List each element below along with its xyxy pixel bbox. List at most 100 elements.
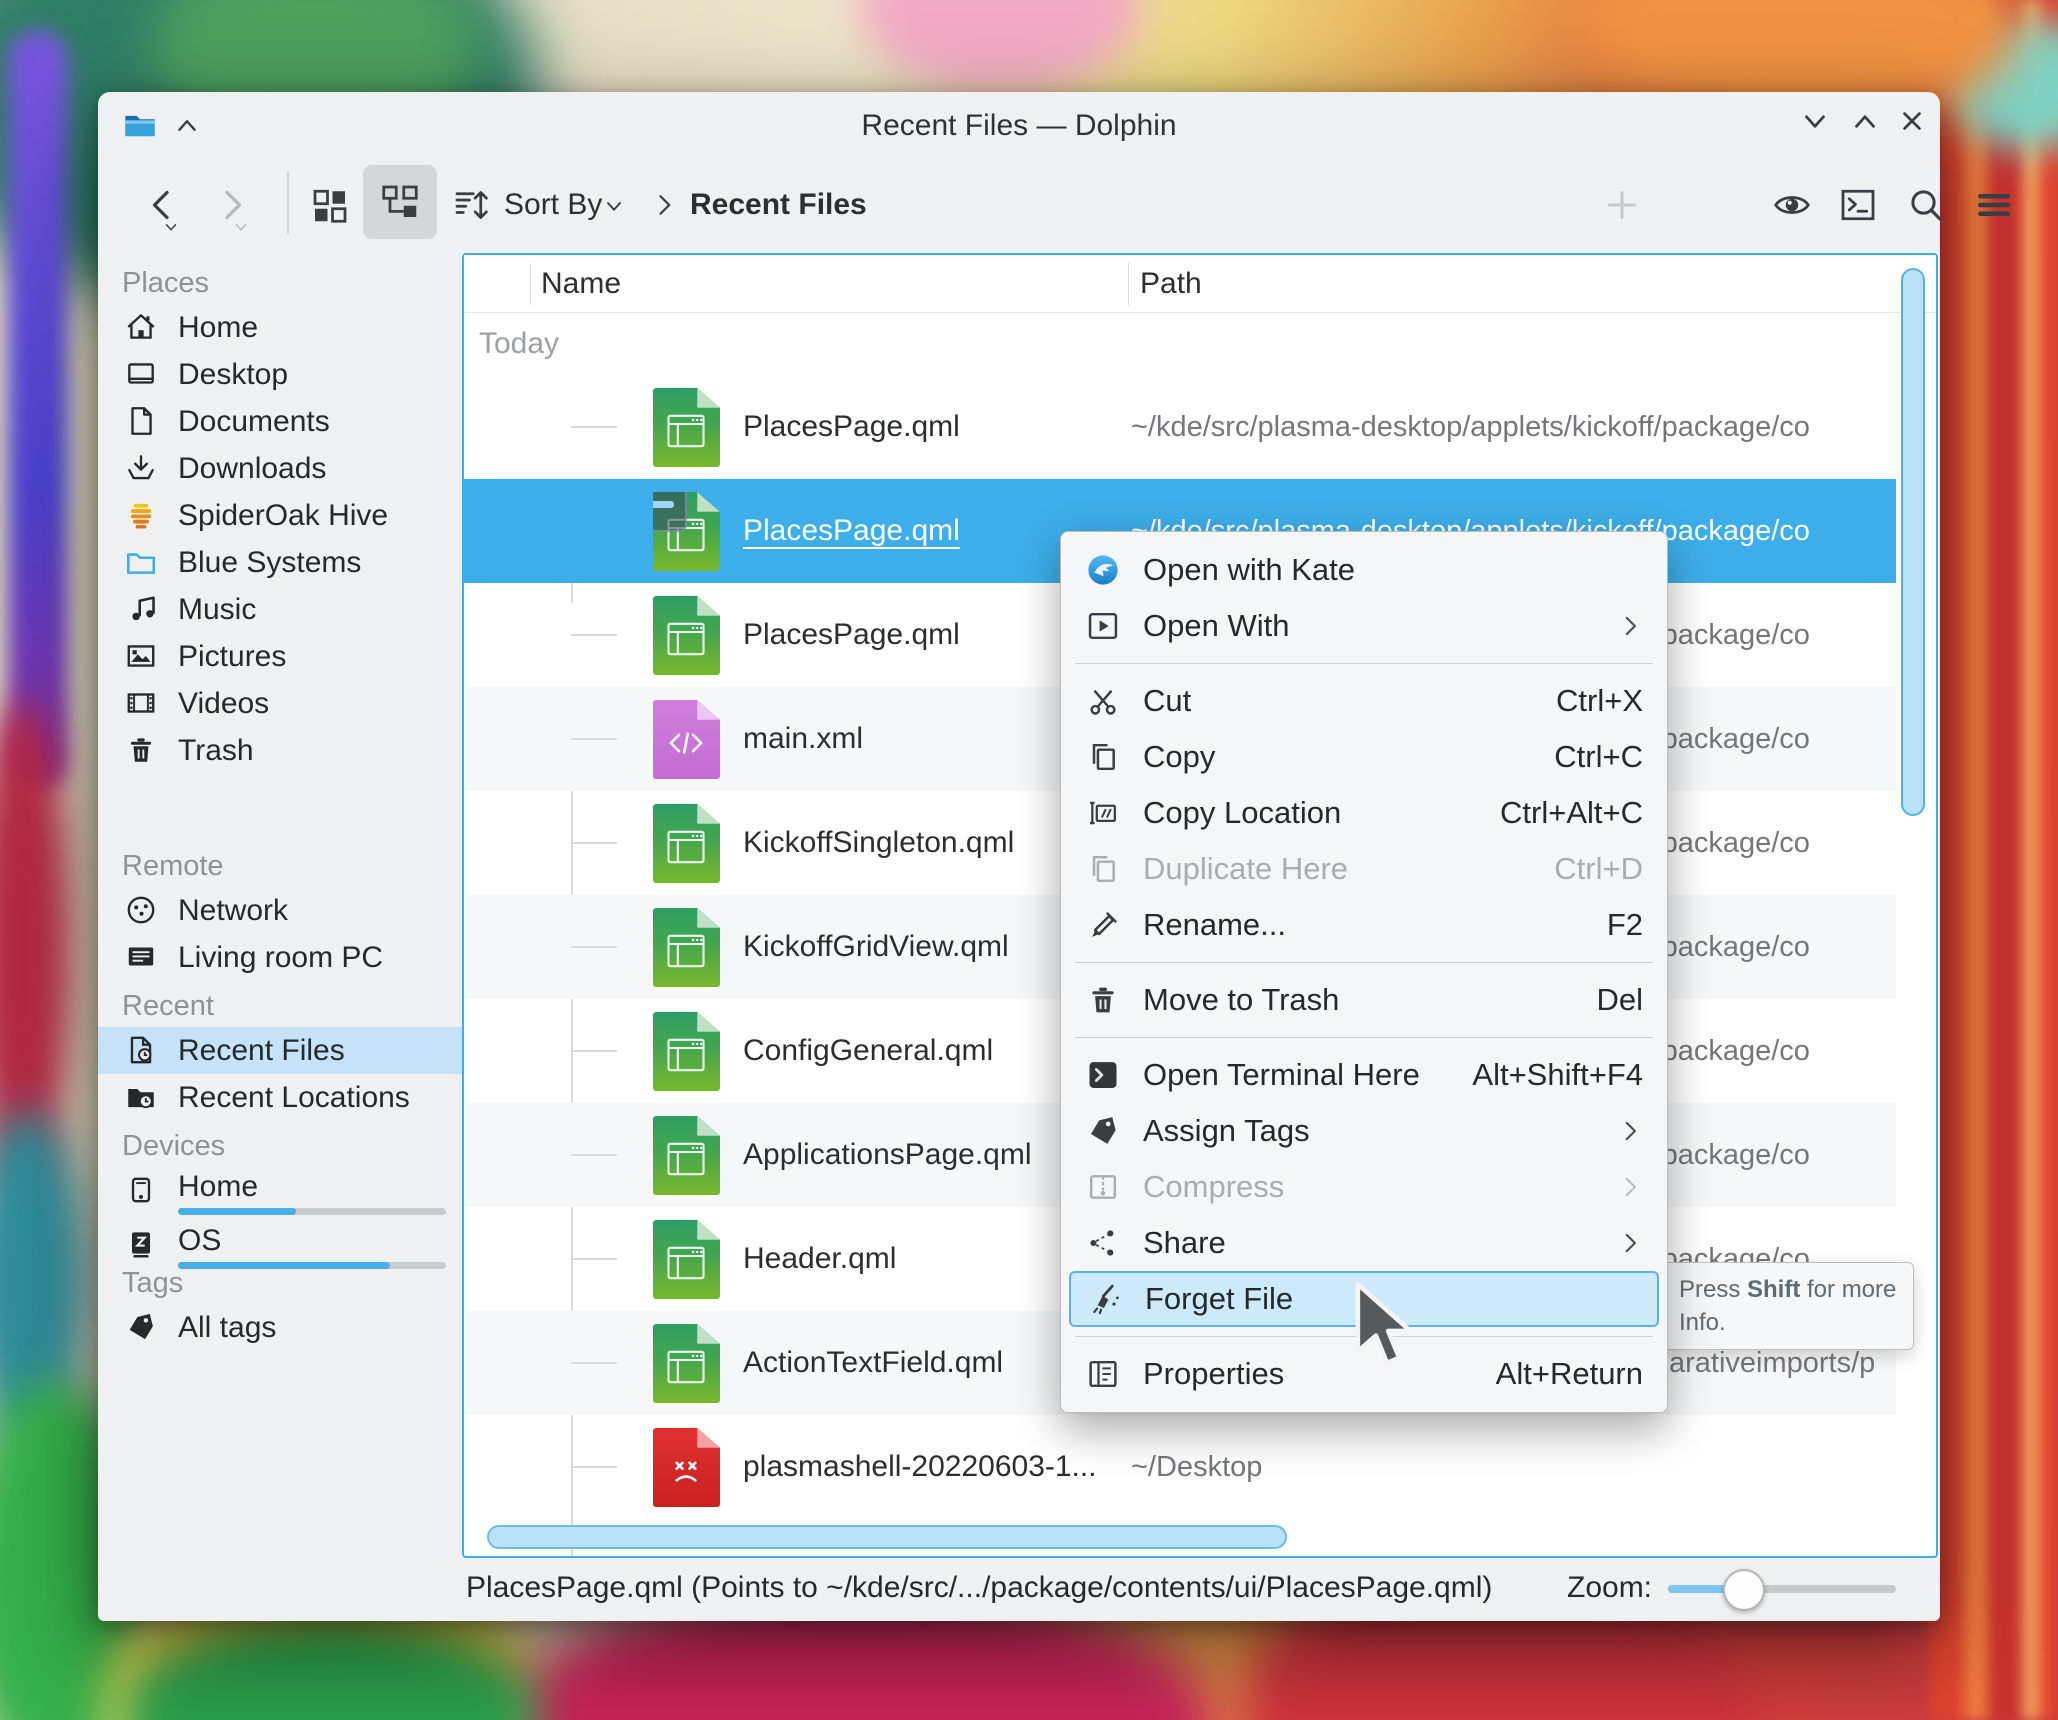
sort-icon[interactable] [452, 185, 492, 225]
section-header-places: Places [122, 267, 210, 299]
duplicate-icon [1085, 851, 1121, 887]
group-header-today: Today [479, 327, 560, 360]
submenu-chevron-icon [1617, 1230, 1643, 1256]
menu-item-cut[interactable]: Cut Ctrl+X [1061, 673, 1667, 729]
menu-item-compress[interactable]: Compress [1061, 1159, 1667, 1215]
broom-icon [1087, 1281, 1123, 1317]
terminal-dark-icon [1085, 1057, 1121, 1093]
copy-icon [1085, 739, 1121, 775]
search-icon[interactable] [1906, 185, 1946, 225]
sort-by-chevron-icon[interactable] [602, 194, 626, 218]
sidebar-item-pictures[interactable]: Pictures [98, 633, 462, 680]
toolbar-separator [287, 172, 289, 234]
desktop: Recent Files — Dolphin Sort By Recent Fi… [0, 0, 2058, 1720]
sidebar-item-home[interactable]: Home [98, 304, 462, 351]
places-panel: Places Home Desktop Documents Downloads … [98, 250, 462, 1558]
terminal-icon[interactable] [1838, 185, 1878, 225]
minimize-button[interactable] [1798, 104, 1832, 138]
menu-item-open-with-kate[interactable]: Open with Kate [1061, 542, 1667, 598]
zoom-slider-handle[interactable] [1723, 1569, 1765, 1611]
sidebar-item-all-tags[interactable]: All tags [98, 1304, 462, 1351]
home-icon [124, 310, 158, 344]
shift-hint-tooltip: Press Shift for more Info. [1662, 1262, 1914, 1350]
maximize-button[interactable] [1848, 104, 1882, 138]
qml-file-icon [653, 908, 720, 987]
sidebar-item-music[interactable]: Music [98, 586, 462, 633]
qml-file-icon [653, 1324, 720, 1403]
menu-item-duplicate-here[interactable]: Duplicate Here Ctrl+D [1061, 841, 1667, 897]
menu-item-copy[interactable]: Copy Ctrl+C [1061, 729, 1667, 785]
menu-item-copy-location[interactable]: Copy Location Ctrl+Alt+C [1061, 785, 1667, 841]
qml-file-icon [653, 1116, 720, 1195]
section-header-recent: Recent [122, 990, 214, 1022]
submenu-chevron-icon [1617, 613, 1643, 639]
close-button[interactable] [1895, 104, 1929, 138]
sidebar-item-recent-files[interactable]: Recent Files [98, 1027, 462, 1074]
sort-by-button[interactable]: Sort By [504, 160, 602, 250]
blue-folder-icon [124, 545, 158, 579]
horizontal-scrollbar[interactable] [487, 1525, 1287, 1549]
menu-item-rename[interactable]: Rename... F2 [1061, 897, 1667, 953]
sidebar-item-videos[interactable]: Videos [98, 680, 462, 727]
properties-icon [1085, 1356, 1121, 1392]
desktop-icon [124, 357, 158, 391]
recent-folder-icon [124, 1080, 158, 1114]
column-header-path[interactable]: Path [1140, 255, 1202, 312]
share-icon [1085, 1225, 1121, 1261]
menu-item-open-terminal-here[interactable]: Open Terminal Here Alt+Shift+F4 [1061, 1047, 1667, 1103]
breadcrumb[interactable]: Recent Files [690, 160, 867, 250]
submenu-chevron-icon [1617, 1174, 1643, 1200]
icons-view-icon[interactable] [310, 185, 350, 225]
sidebar-item-documents[interactable]: Documents [98, 398, 462, 445]
downloads-icon [124, 451, 158, 485]
file-row[interactable]: plasmashell-20220603-1... ~/Desktop [464, 1415, 1896, 1519]
open-with-icon [1085, 608, 1121, 644]
column-header-name[interactable]: Name [541, 255, 621, 312]
menu-item-assign-tags[interactable]: Assign Tags [1061, 1103, 1667, 1159]
details-view-button[interactable] [363, 165, 437, 239]
documents-icon [124, 404, 158, 438]
sidebar-item-trash[interactable]: Trash [98, 727, 462, 774]
sidebar-item-blue-systems[interactable]: Blue Systems [98, 539, 462, 586]
section-header-devices: Devices [122, 1130, 226, 1162]
mouse-cursor [1355, 1281, 1413, 1366]
selection-toggle-icon[interactable] [653, 492, 687, 532]
titlebar-chevron-up-icon[interactable] [172, 110, 202, 140]
menu-item-open-with[interactable]: Open With [1061, 598, 1667, 654]
menu-item-move-to-trash[interactable]: Move to Trash Del [1061, 972, 1667, 1028]
disk-usage-bar [178, 1208, 446, 1215]
file-row[interactable]: PlacesPage.qml ~/kde/src/plasma-desktop/… [464, 375, 1896, 479]
sidebar-item-recent-locations[interactable]: Recent Locations [98, 1074, 462, 1121]
hamburger-menu-icon[interactable] [1974, 185, 2014, 225]
harddisk-icon [124, 1173, 158, 1207]
back-history-chevron-icon[interactable] [162, 218, 180, 236]
section-header-remote: Remote [122, 850, 224, 882]
network-icon [124, 893, 158, 927]
sidebar-item-network[interactable]: Network [98, 887, 462, 934]
compress-icon [1085, 1169, 1121, 1205]
sidebar-item-desktop[interactable]: Desktop [98, 351, 462, 398]
titlebar[interactable]: Recent Files — Dolphin [98, 92, 1940, 160]
vertical-scrollbar[interactable] [1901, 268, 1925, 816]
rename-icon [1085, 907, 1121, 943]
split-view-plus-icon[interactable] [1602, 185, 1642, 225]
qml-file-icon [653, 804, 720, 883]
breadcrumb-chevron-icon [650, 191, 678, 219]
qml-file-icon [653, 1220, 720, 1299]
qml-file-icon [653, 1012, 720, 1091]
zoom-slider[interactable] [1668, 1585, 1896, 1593]
os-disk-icon [124, 1227, 158, 1261]
sidebar-item-living-room-pc[interactable]: Living room PC [98, 934, 462, 981]
recent-file-icon [124, 1033, 158, 1067]
section-header-tags: Tags [122, 1267, 184, 1299]
sidebar-item-spideroak[interactable]: SpiderOak Hive [98, 492, 462, 539]
qml-file-icon [653, 596, 720, 675]
copy-location-icon [1085, 795, 1121, 831]
sidebar-item-device-home[interactable]: Home [98, 1167, 462, 1221]
menu-item-share[interactable]: Share [1061, 1215, 1667, 1271]
preview-eye-icon[interactable] [1772, 185, 1812, 225]
sidebar-item-downloads[interactable]: Downloads [98, 445, 462, 492]
crash-file-icon [653, 1428, 720, 1507]
forward-history-chevron-icon[interactable] [232, 218, 250, 236]
qml-file-icon [653, 388, 720, 467]
